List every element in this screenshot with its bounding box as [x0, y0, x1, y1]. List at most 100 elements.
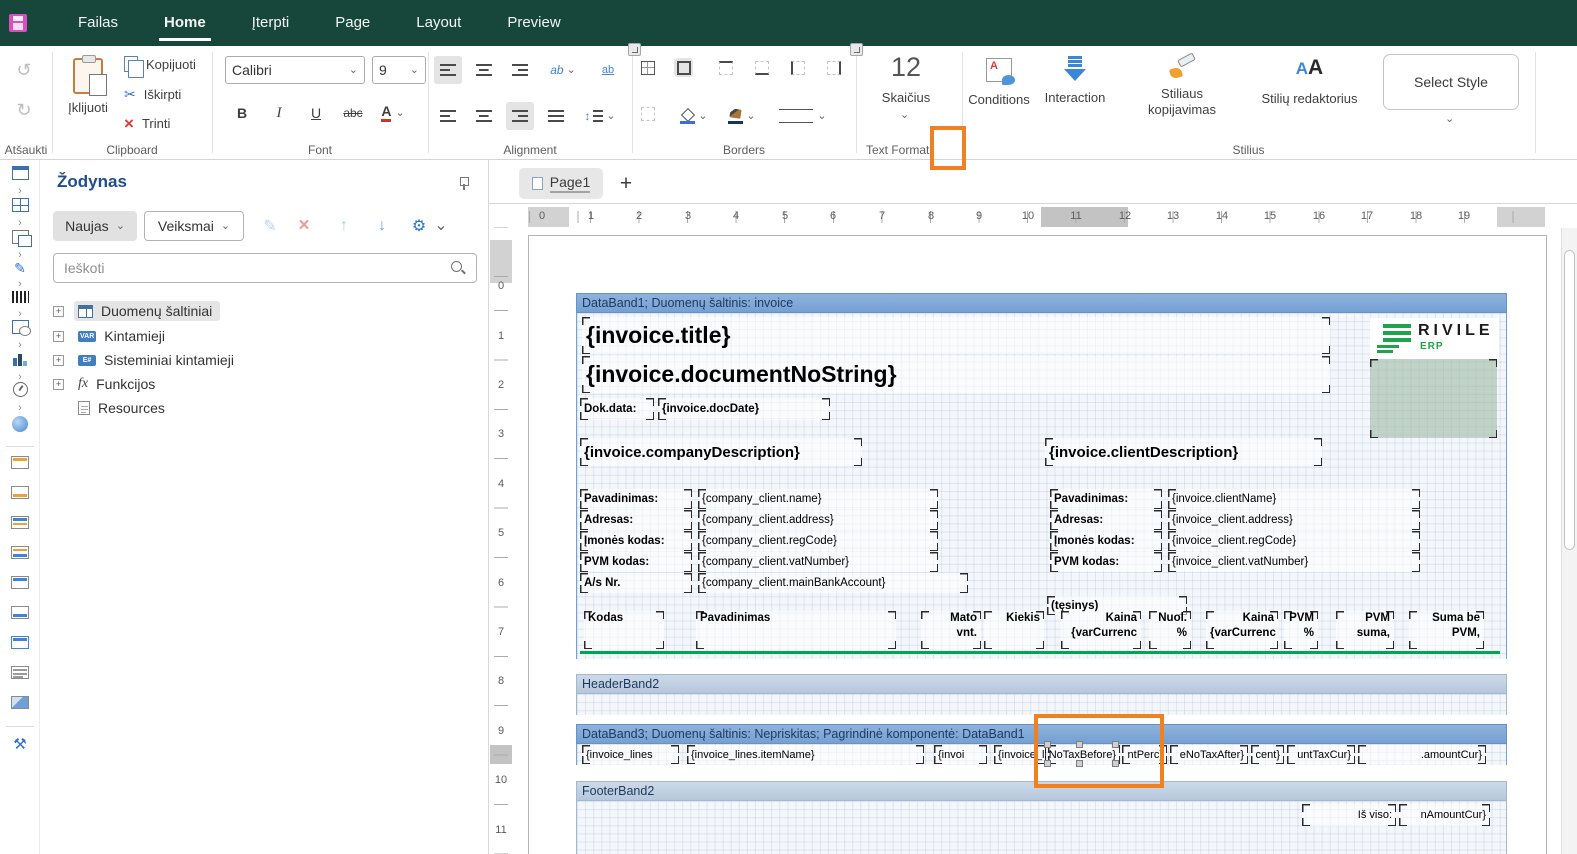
expand-icon[interactable]: + [53, 355, 64, 366]
client-vat-label[interactable]: PVM kodas: [1050, 552, 1162, 572]
border-right-button[interactable] [824, 58, 843, 77]
design-vertical-scrollbar[interactable] [1561, 228, 1577, 854]
col-header-kodas[interactable]: Kodas [584, 611, 664, 649]
font-size-select[interactable]: 9⌄ [372, 56, 426, 84]
service-tools-button[interactable]: ⚒ [0, 736, 40, 754]
doc-date-field[interactable]: {invoice.docDate} [658, 398, 830, 420]
invoice-docno-field[interactable]: {invoice.documentNoString} [582, 356, 1330, 393]
delete-button[interactable]: × Trinti [124, 116, 170, 131]
invoice-title-field[interactable]: {invoice.title} [582, 317, 1330, 354]
chevron-down-icon[interactable]: ⌄ [900, 110, 909, 121]
edit-button[interactable]: ✎ [258, 214, 282, 238]
align-justify-button[interactable] [542, 102, 570, 130]
line-cell-0[interactable]: {invoice_lines [582, 745, 679, 764]
col-header-kaina-1[interactable]: Kaina{varCurrenc [1061, 611, 1141, 649]
pin-icon[interactable] [458, 176, 470, 190]
underline-button[interactable]: U [304, 100, 328, 126]
tree-item-resources[interactable]: Resources [53, 398, 173, 418]
redo-icon[interactable]: ↻ [12, 98, 36, 122]
company-regcode-label[interactable]: Įmonės kodas: [580, 531, 692, 551]
chevron-down-icon[interactable]: ⌄ [1445, 114, 1454, 125]
col-header-kaina-2[interactable]: Kaina{varCurrenc [1206, 611, 1278, 649]
align-center-button[interactable] [470, 102, 498, 130]
line-spacing-button[interactable]: ↕ ⌄ [578, 102, 622, 130]
align-top-button[interactable] [434, 56, 462, 84]
col-header-nuolaida[interactable]: Nuol.% [1149, 611, 1191, 649]
client-regcode-field[interactable]: {invoice_client.regCode} [1168, 531, 1420, 551]
company-vat-label[interactable]: PVM kodas: [580, 552, 692, 572]
menu-page[interactable]: Page [312, 0, 393, 46]
cross-band-component-button[interactable]: › [0, 230, 40, 259]
page-header-band-button[interactable] [0, 576, 40, 594]
signature-component-button[interactable]: ✎› [0, 260, 40, 288]
border-top-button[interactable] [716, 58, 735, 77]
page-tab[interactable]: Page1 [519, 168, 603, 199]
undo-icon[interactable]: ↺ [12, 58, 36, 82]
company-vat-field[interactable]: {company_client.vatNumber} [698, 552, 938, 572]
image-placeholder[interactable] [1370, 359, 1497, 438]
company-name-field[interactable]: {company_client.name} [698, 489, 938, 509]
word-wrap-button[interactable]: ab [593, 56, 623, 84]
font-color-button[interactable]: A ⌄ [375, 100, 411, 126]
save-icon[interactable] [9, 14, 27, 32]
image-component-button[interactable] [0, 696, 40, 714]
col-header-mato-vnt[interactable]: Matovnt. [921, 611, 981, 649]
client-name-field[interactable]: {invoice.clientName} [1168, 489, 1420, 509]
border-all-button[interactable] [638, 58, 657, 77]
map-component-button[interactable] [0, 416, 40, 437]
total-label[interactable]: Iš viso: [1302, 804, 1396, 826]
client-vat-field[interactable]: {invoice_client.vatNumber} [1168, 552, 1420, 572]
expand-icon[interactable]: + [53, 331, 64, 342]
menu-iterpti[interactable]: Įterpti [229, 0, 313, 46]
company-regcode-field[interactable]: {company_client.regCode} [698, 531, 938, 551]
footer-band-button[interactable] [0, 546, 40, 564]
conditions-button[interactable]: A Conditions [966, 56, 1032, 107]
text-format-dialog-launcher[interactable] [850, 43, 863, 56]
client-address-label[interactable]: Adresas: [1050, 510, 1162, 530]
text-direction-button[interactable]: ab ⌄ [541, 56, 585, 84]
borders-dialog-launcher[interactable] [628, 43, 641, 56]
col-header-kiekis[interactable]: Kiekis [984, 611, 1044, 649]
report-title-band-button[interactable] [0, 456, 40, 474]
bold-button[interactable]: B [230, 100, 254, 126]
menu-home[interactable]: Home [141, 0, 229, 46]
style-editor-button[interactable]: AA Stilių redaktorius [1247, 56, 1372, 106]
line-cell-taxcur[interactable]: untTaxCur} [1287, 745, 1355, 764]
databand1-content[interactable]: {invoice.title} {invoice.documentNoStrin… [576, 313, 1507, 659]
header-band-button[interactable] [0, 516, 40, 534]
border-color-button[interactable]: ⌄ [724, 104, 760, 128]
border-bottom-button[interactable] [752, 58, 771, 77]
tree-item-variables[interactable]: + VARKintamieji [53, 326, 173, 346]
menu-preview[interactable]: Preview [484, 0, 583, 46]
databand1-header[interactable]: DataBand1; Duomenų šaltinis: invoice [576, 293, 1507, 313]
search-icon[interactable] [450, 260, 466, 276]
delete-item-button[interactable]: × [292, 214, 316, 238]
border-outer-button[interactable] [674, 58, 693, 77]
page-footer-band-button[interactable] [0, 606, 40, 624]
client-description-field[interactable]: {invoice.clientDescription} [1045, 438, 1322, 466]
move-up-button[interactable]: ↑ [332, 214, 356, 238]
company-bank-field[interactable]: {company_client.mainBankAccount} [698, 573, 968, 593]
company-logo[interactable]: RIVILE ERP [1370, 318, 1499, 359]
menu-failas[interactable]: Failas [55, 0, 141, 46]
expand-icon[interactable]: + [53, 379, 64, 390]
client-name-label[interactable]: Pavadinimas: [1050, 489, 1162, 509]
barcode-component-button[interactable]: › [0, 290, 40, 318]
border-style-button[interactable]: ⌄ [772, 104, 834, 128]
settings-button[interactable]: ⚙ [407, 214, 431, 238]
gauge-component-button[interactable]: › [0, 382, 40, 412]
line-cell-amountcur[interactable]: .amountCur} [1358, 745, 1486, 764]
col-header-pvm-proc[interactable]: PVM% [1284, 611, 1318, 649]
move-down-button[interactable]: ↓ [370, 214, 394, 238]
company-name-label[interactable]: Pavadinimas: [580, 489, 692, 509]
line-cell-percent[interactable]: cent} [1251, 745, 1284, 764]
tree-item-system-variables[interactable]: + E#Sisteminiai kintamieji [53, 350, 242, 370]
tree-item-functions[interactable]: + fxFunkcijos [53, 374, 163, 394]
company-description-field[interactable]: {invoice.companyDescription} [580, 438, 862, 466]
col-header-pvm-suma[interactable]: PVMsuma, [1336, 611, 1394, 649]
expand-icon[interactable]: + [53, 306, 64, 317]
add-page-button[interactable]: + [613, 168, 639, 199]
text-format-value[interactable]: 12 [856, 52, 956, 83]
align-left-button[interactable] [434, 102, 462, 130]
line-cell-2[interactable]: {invoi [934, 745, 987, 764]
